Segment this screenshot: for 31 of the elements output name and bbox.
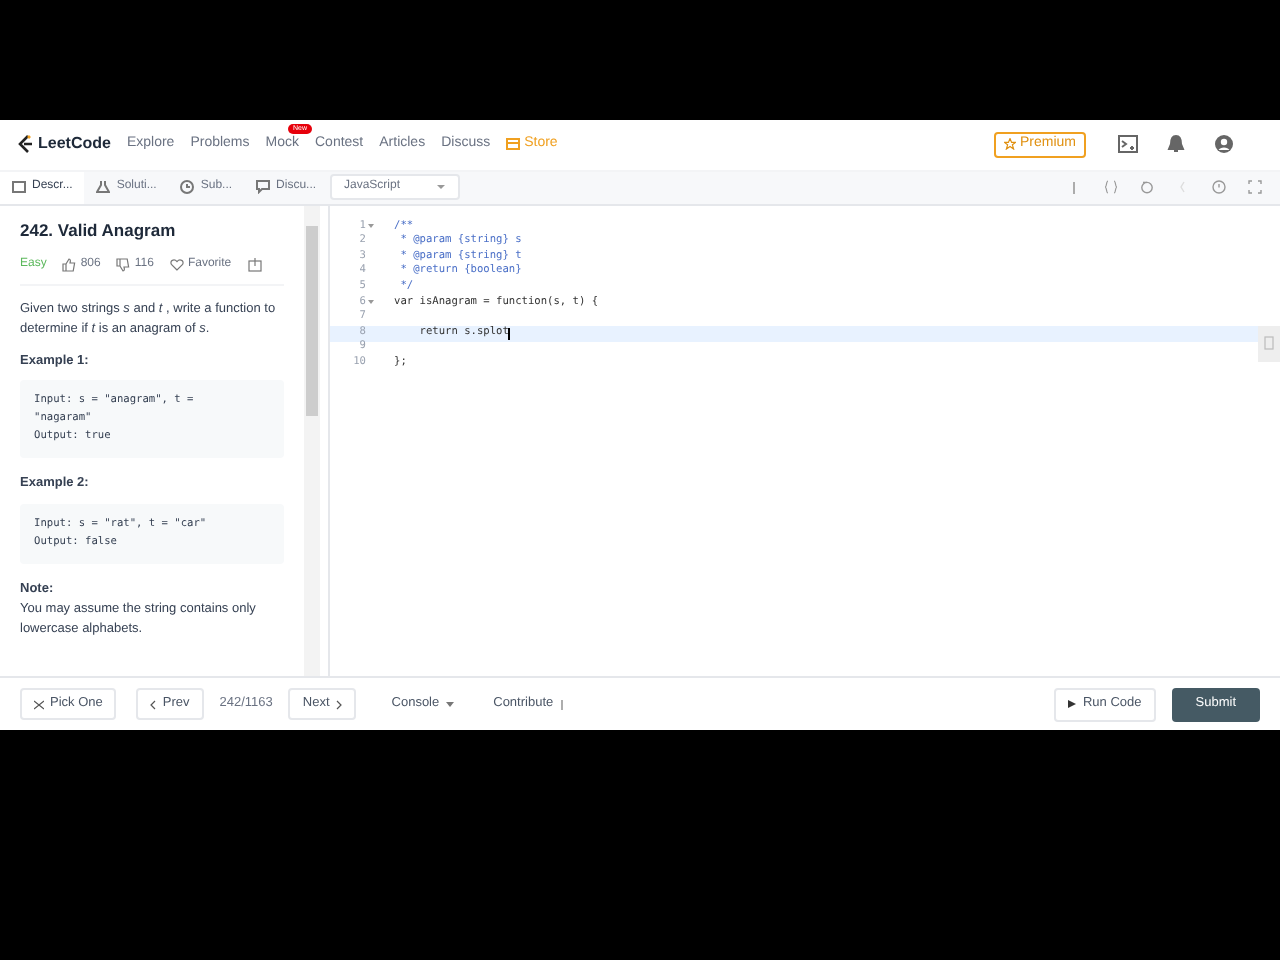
braces-icon[interactable] [1104, 180, 1118, 195]
heart-icon [169, 257, 184, 272]
clock-icon [180, 180, 195, 195]
caret-icon [436, 184, 447, 191]
chevron-right-icon [335, 699, 342, 710]
side-panel-tab[interactable] [1258, 325, 1280, 362]
problem-title: 242. Valid Anagram [20, 217, 178, 244]
thumbs-up-icon [62, 257, 77, 272]
thumbs-down-icon [116, 257, 131, 272]
flask-icon [96, 180, 111, 195]
fullscreen-icon[interactable] [1248, 180, 1262, 195]
caret-icon [445, 701, 454, 708]
bell-icon[interactable] [1166, 134, 1186, 155]
text-cursor [508, 327, 510, 340]
fold-icon [368, 224, 374, 229]
document-icon [12, 180, 26, 195]
clock-icon[interactable] [1212, 180, 1226, 195]
terminal-icon[interactable] [1118, 134, 1138, 155]
logo-icon [18, 134, 34, 155]
user-icon[interactable] [1214, 134, 1234, 155]
chevron-left-icon [150, 699, 157, 710]
fold-icon [368, 300, 374, 305]
logo-text: LeetCode [38, 132, 111, 157]
chat-icon [256, 180, 271, 195]
share-icon[interactable] [247, 257, 262, 272]
clipboard-icon [1264, 336, 1274, 351]
play-icon [1068, 700, 1077, 709]
star-icon [1003, 138, 1016, 151]
reset-icon[interactable] [1140, 180, 1154, 195]
scroll-thumb[interactable] [306, 225, 318, 416]
store-icon [506, 138, 521, 151]
